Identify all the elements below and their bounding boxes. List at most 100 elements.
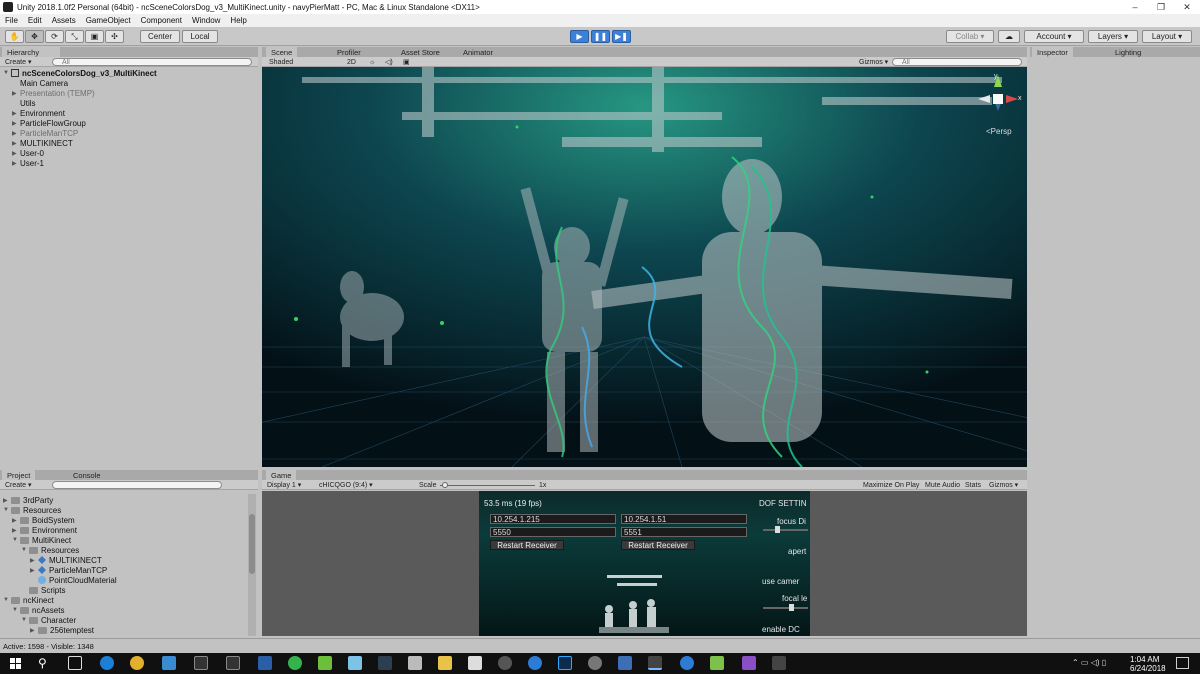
project-item[interactable]: ▶ BoidSystem xyxy=(12,515,75,525)
tab-hierarchy[interactable]: Hierarchy xyxy=(2,47,60,57)
stats-toggle[interactable]: Stats xyxy=(962,481,984,489)
file-explorer-icon[interactable] xyxy=(162,656,176,670)
audio-toggle-icon[interactable]: ◁) xyxy=(382,58,396,66)
project-item[interactable]: ▶ 3rdParty xyxy=(3,495,53,505)
hand-tool-icon[interactable]: ✋ xyxy=(5,30,24,43)
menu-file[interactable]: File xyxy=(0,16,23,25)
maximize-on-play-toggle[interactable]: Maximize On Play xyxy=(860,481,922,489)
step-button[interactable]: ▶❚ xyxy=(612,30,631,43)
tab-asset-store[interactable]: Asset Store xyxy=(396,47,445,57)
pause-button[interactable]: ❚❚ xyxy=(591,30,610,43)
monitor-app-icon[interactable] xyxy=(618,656,632,670)
terminal-icon[interactable] xyxy=(194,656,208,670)
expand-arrow-icon[interactable]: ▼ xyxy=(21,617,29,623)
expand-arrow-icon[interactable]: ▼ xyxy=(12,537,20,543)
game-gizmos-dropdown[interactable]: Gizmos ▾ xyxy=(986,481,1021,489)
project-item[interactable]: ▼ MultiKinect xyxy=(12,535,71,545)
move-tool-icon[interactable]: ✥ xyxy=(25,30,44,43)
transform-tool-icon[interactable]: ✣ xyxy=(105,30,124,43)
scale-slider[interactable] xyxy=(440,482,535,488)
unity-editor-icon[interactable] xyxy=(772,656,786,670)
expand-arrow-icon[interactable]: ▼ xyxy=(3,507,11,513)
tab-game[interactable]: Game xyxy=(266,470,297,480)
hierarchy-create-button[interactable]: Create ▾ xyxy=(2,58,34,66)
expand-arrow-icon[interactable]: ▼ xyxy=(3,597,11,603)
project-search-input[interactable] xyxy=(52,481,222,489)
project-item[interactable]: ▶ ParticleManTCP xyxy=(30,565,107,575)
powershell-icon[interactable] xyxy=(258,656,272,670)
notifications-icon[interactable] xyxy=(1176,657,1189,669)
clock-app-icon[interactable] xyxy=(498,656,512,670)
sticky-app-icon[interactable] xyxy=(348,656,362,670)
tray-icons[interactable]: ⌃ ▭ ◁) ▯ xyxy=(1072,658,1106,667)
folder-icon[interactable] xyxy=(438,656,452,670)
effects-toggle-icon[interactable]: ▣ xyxy=(400,58,413,66)
tab-lighting[interactable]: Lighting xyxy=(1110,47,1146,57)
pivot-center-button[interactable]: Center xyxy=(140,30,180,43)
rect-tool-icon[interactable]: ▣ xyxy=(85,30,104,43)
projection-label[interactable]: <Persp xyxy=(986,127,1012,136)
expand-arrow-icon[interactable]: ▶ xyxy=(12,150,20,157)
task-view-icon[interactable] xyxy=(68,656,82,670)
scale-tool-icon[interactable]: ⤡ xyxy=(65,30,84,43)
project-item[interactable]: ▶ Environment xyxy=(12,525,77,535)
expand-arrow-icon[interactable]: ▶ xyxy=(30,627,38,634)
maximize-button[interactable]: ❐ xyxy=(1148,0,1174,14)
menu-component[interactable]: Component xyxy=(136,16,187,25)
project-item[interactable]: ▼ Resources xyxy=(21,545,79,555)
expand-arrow-icon[interactable]: ▶ xyxy=(12,527,20,534)
maps-icon[interactable] xyxy=(528,656,542,670)
restart-receiver-2-button[interactable]: Restart Receiver xyxy=(621,540,695,550)
app-icon[interactable] xyxy=(408,656,422,670)
project-item[interactable]: ▼ ncKinect xyxy=(3,595,54,605)
expand-arrow-icon[interactable]: ▼ xyxy=(21,547,29,553)
menu-window[interactable]: Window xyxy=(187,16,225,25)
scene-root[interactable]: ▼ ncSceneColorsDog_v3_MultiKinect xyxy=(3,68,157,78)
cloud-icon[interactable]: ☁ xyxy=(998,30,1020,43)
tab-scene[interactable]: Scene xyxy=(266,47,298,57)
project-create-button[interactable]: Create ▾ xyxy=(2,481,34,489)
scene-viewport[interactable]: y x <Persp xyxy=(262,67,1027,467)
tab-console[interactable]: Console xyxy=(68,470,106,480)
hierarchy-item[interactable]: ▶ ParticleManTCP xyxy=(12,128,78,138)
calculator-icon[interactable] xyxy=(468,656,482,670)
project-scrollbar[interactable] xyxy=(248,494,256,636)
search-icon[interactable]: ⚲ xyxy=(38,656,47,670)
display-dropdown[interactable]: Display 1 ▾ xyxy=(264,481,304,489)
hierarchy-item[interactable]: ▶ ParticleFlowGroup xyxy=(12,118,86,128)
expand-arrow-icon[interactable]: ▶ xyxy=(12,90,20,97)
edge-browser-icon[interactable] xyxy=(100,656,114,670)
mute-audio-toggle[interactable]: Mute Audio xyxy=(922,481,963,489)
clock-date[interactable]: 6/24/2018 xyxy=(1130,664,1166,673)
expand-arrow-icon[interactable]: ▶ xyxy=(12,120,20,127)
visual-studio-icon[interactable] xyxy=(742,656,756,670)
lighting-toggle-icon[interactable]: ☼ xyxy=(366,58,378,66)
project-item[interactable]: ▶ 256temptest xyxy=(30,625,94,635)
pivot-local-button[interactable]: Local xyxy=(182,30,218,43)
expand-arrow-icon[interactable]: ▶ xyxy=(12,140,20,147)
cloud-app-icon[interactable] xyxy=(288,656,302,670)
account-dropdown[interactable]: Account ▾ xyxy=(1024,30,1084,43)
expand-arrow-icon[interactable]: ▶ xyxy=(12,110,20,117)
scale-slider-handle[interactable] xyxy=(442,482,448,488)
hierarchy-item[interactable]: ▶ Presentation (TEMP) xyxy=(12,88,95,98)
mode-2d-toggle[interactable]: 2D xyxy=(344,58,359,66)
expand-arrow-icon[interactable]: ▶ xyxy=(12,160,20,167)
media-icon[interactable] xyxy=(588,656,602,670)
photoshop-icon[interactable] xyxy=(558,656,572,670)
image-app-icon[interactable] xyxy=(710,656,724,670)
play-button[interactable]: ▶ xyxy=(570,30,589,43)
layout-dropdown[interactable]: Layout ▾ xyxy=(1142,30,1192,43)
receiver-1-port-input[interactable]: 5550 xyxy=(490,527,616,537)
gizmos-dropdown[interactable]: Gizmos ▾ xyxy=(856,58,891,66)
expand-arrow-icon[interactable]: ▶ xyxy=(12,130,20,137)
hierarchy-item[interactable]: Utils xyxy=(12,98,36,108)
tab-project[interactable]: Project xyxy=(2,470,36,480)
close-button[interactable]: ✕ xyxy=(1174,0,1200,14)
project-item[interactable]: Scripts xyxy=(21,585,65,595)
tab-profiler[interactable]: Profiler xyxy=(332,47,366,57)
windows-icon[interactable] xyxy=(10,658,21,669)
steam-icon[interactable] xyxy=(378,656,392,670)
aspect-dropdown[interactable]: cHICQGO (9:4) ▾ xyxy=(316,481,376,489)
dof-focal-handle[interactable] xyxy=(789,604,794,611)
